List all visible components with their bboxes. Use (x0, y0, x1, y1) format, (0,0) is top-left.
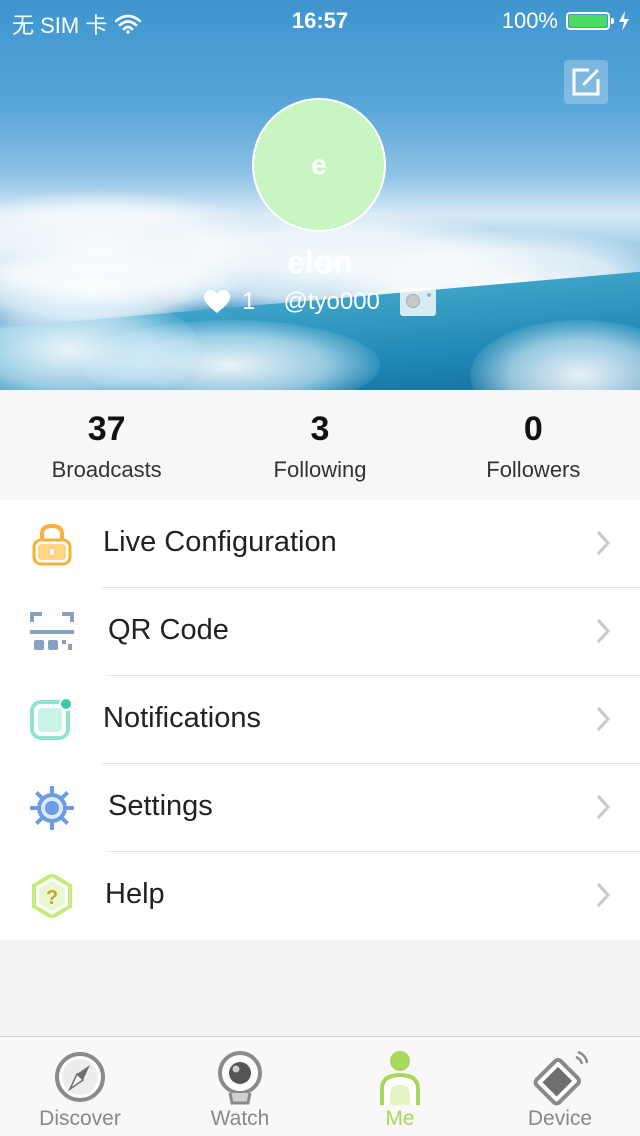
menu-item-live-configuration[interactable]: Live Configuration (0, 500, 640, 588)
tab-label: Me (385, 1107, 415, 1130)
user-handle: @tyo000 (283, 288, 380, 315)
camera-icon[interactable] (399, 288, 436, 316)
stat-value: 3 (310, 410, 330, 448)
menu-item-label: QR Code (108, 614, 229, 646)
stat-label: Following (273, 457, 367, 482)
chevron-right-icon (596, 530, 610, 556)
edit-icon (572, 68, 600, 96)
chevron-right-icon (596, 618, 610, 644)
gear-icon (30, 786, 74, 830)
heart-icon (204, 290, 231, 313)
edit-profile-button[interactable] (564, 60, 608, 104)
chevron-right-icon (596, 882, 610, 908)
stat-label: Followers (486, 457, 581, 482)
battery-icon (566, 12, 614, 30)
webcam-icon (218, 1051, 262, 1105)
svg-text:?: ? (46, 887, 58, 909)
charging-bolt-icon (619, 11, 629, 31)
battery-percent: 100% (501, 8, 558, 33)
stats-bar: 37 Broadcasts 3 Following 0 Followers (0, 390, 640, 500)
stat-value: 0 (523, 410, 543, 448)
menu-item-label: Settings (108, 790, 213, 822)
stat-value: 37 (87, 410, 126, 448)
qr-code-icon (30, 612, 74, 650)
likes-count: 1 (242, 288, 256, 315)
help-icon: ? (32, 874, 72, 918)
tab-me[interactable]: Me (320, 1037, 480, 1136)
stat-followers[interactable]: 0 Followers (427, 390, 640, 500)
battery-fill (569, 15, 607, 27)
stat-broadcasts[interactable]: 37 Broadcasts (0, 390, 213, 500)
avatar-initial: e (311, 149, 327, 180)
menu-item-label: Help (105, 878, 165, 910)
stat-label: Broadcasts (51, 457, 162, 482)
tab-watch[interactable]: Watch (160, 1037, 320, 1136)
chevron-right-icon (596, 794, 610, 820)
tab-bar: Discover Watch Me Device (0, 1036, 640, 1136)
avatar[interactable]: e (252, 98, 386, 232)
chevron-right-icon (596, 706, 610, 732)
menu-item-help[interactable]: ? Help (0, 852, 640, 940)
menu-item-notifications[interactable]: Notifications (0, 676, 640, 764)
battery-group: 100% (502, 8, 630, 34)
tab-label: Watch (210, 1107, 270, 1130)
person-icon (380, 1051, 420, 1105)
menu-item-qr-code[interactable]: QR Code (0, 588, 640, 676)
menu-item-label: Notifications (103, 702, 261, 734)
tab-discover[interactable]: Discover (0, 1037, 160, 1136)
username: elon (287, 244, 353, 280)
stat-following[interactable]: 3 Following (213, 390, 426, 500)
menu-item-label: Live Configuration (103, 526, 337, 558)
compass-icon (55, 1052, 105, 1102)
tab-device[interactable]: Device (480, 1037, 640, 1136)
menu-item-settings[interactable]: Settings (0, 764, 640, 852)
status-bar: 无 SIM 卡 16:57 100% (0, 0, 640, 40)
device-icon (533, 1050, 589, 1106)
tab-label: Device (527, 1107, 593, 1130)
tab-label: Discover (39, 1107, 121, 1130)
profile-meta-row: 1 @tyo000 (0, 288, 640, 316)
notification-icon (30, 698, 73, 740)
settings-menu: Live Configuration QR Code Notifications (0, 500, 640, 940)
lock-icon (32, 523, 72, 566)
